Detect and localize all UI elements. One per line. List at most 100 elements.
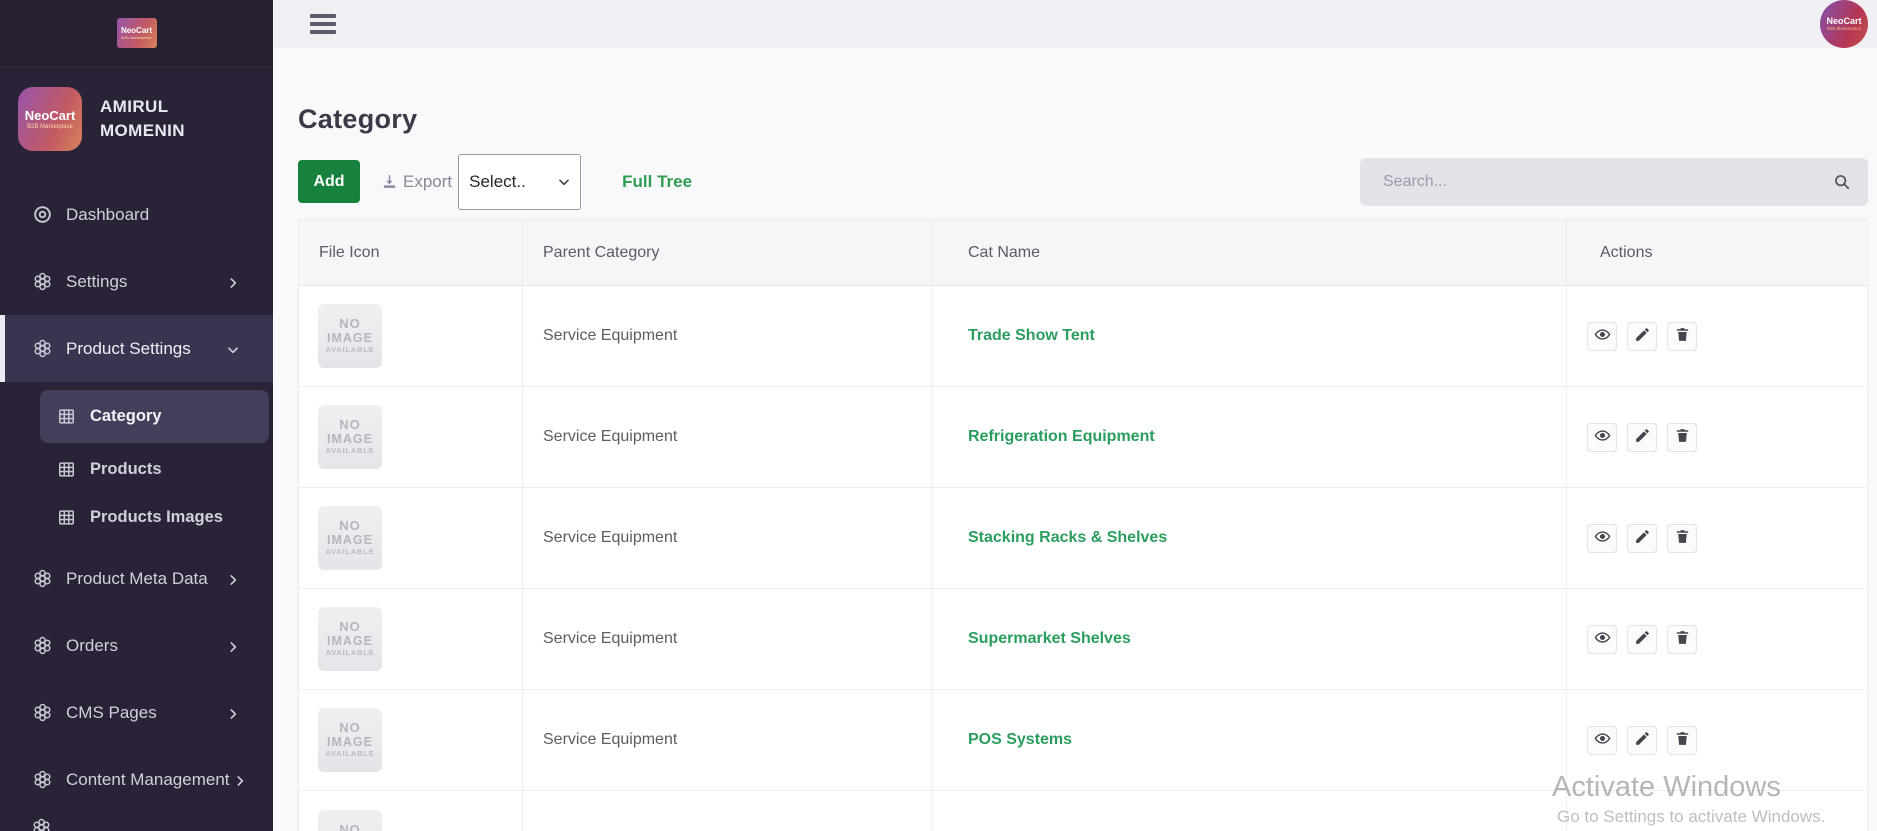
brand-name: NeoCart — [1826, 16, 1861, 26]
export-button[interactable]: Export — [381, 172, 452, 192]
gear-flower-icon — [31, 568, 53, 590]
sidebar-subitem-products[interactable]: Products — [0, 445, 273, 493]
parent-category-cell: Service Equipment — [523, 286, 933, 386]
trash-icon — [1674, 730, 1691, 750]
no-image-placeholder: NO IMAGE AVAILABLE — [318, 810, 382, 831]
sidebar-item-label: Content Management — [66, 770, 230, 790]
trash-icon — [1674, 427, 1691, 447]
view-button[interactable] — [1587, 625, 1617, 654]
table-grid-icon — [56, 459, 76, 479]
sidebar-item-label: Settings — [66, 272, 127, 292]
gear-flower-icon — [31, 817, 52, 831]
user-name: AMIRUL MOMENIN — [100, 95, 210, 143]
delete-button[interactable] — [1667, 322, 1697, 351]
cat-name-cell: Trade Show Tent — [933, 286, 1567, 386]
table-row: NO IMAGE AVAILABLE Service Equipment Ref… — [299, 387, 1867, 488]
product-settings-submenu: Category Products — [0, 382, 273, 545]
sidebar-item-label: Category — [90, 407, 162, 426]
trash-icon — [1674, 629, 1691, 649]
hamburger-menu-icon[interactable] — [310, 14, 336, 34]
table-row: NO IMAGE AVAILABLE Service Equipment Tra… — [299, 286, 1867, 387]
no-image-placeholder: NO IMAGE AVAILABLE — [318, 708, 382, 772]
edit-button[interactable] — [1627, 726, 1657, 755]
export-format-select[interactable]: Select.. — [459, 155, 580, 209]
gear-flower-icon — [31, 271, 53, 293]
eye-icon — [1594, 629, 1611, 649]
pencil-icon — [1634, 730, 1651, 750]
search-input[interactable] — [1360, 158, 1868, 206]
brand-tagline: B2B Marketplace — [121, 35, 151, 40]
sidebar-item-product-meta-data[interactable]: Product Meta Data — [0, 545, 273, 612]
category-link[interactable]: Refrigeration Equipment — [968, 428, 1155, 446]
edit-button[interactable] — [1627, 625, 1657, 654]
parent-category-cell: Service Equipment — [523, 488, 933, 588]
sidebar-item-dashboard[interactable]: Dashboard — [0, 181, 273, 248]
trash-icon — [1674, 326, 1691, 346]
cat-name-cell — [933, 791, 1567, 831]
full-tree-link[interactable]: Full Tree — [622, 172, 692, 192]
category-link[interactable]: Stacking Racks & Shelves — [968, 529, 1167, 547]
sidebar-item-label: CMS Pages — [66, 703, 157, 723]
sidebar-subitem-products-images[interactable]: Products Images — [0, 493, 273, 541]
file-icon-cell: NO IMAGE AVAILABLE — [299, 488, 523, 588]
category-link[interactable]: Supermarket Shelves — [968, 630, 1131, 648]
category-link[interactable]: Trade Show Tent — [968, 327, 1095, 345]
no-image-placeholder: NO IMAGE AVAILABLE — [318, 506, 382, 570]
cat-name-cell: Supermarket Shelves — [933, 589, 1567, 689]
edit-button[interactable] — [1627, 423, 1657, 452]
table-row: NO IMAGE AVAILABLE Service Equipment Sup… — [299, 589, 1867, 690]
gear-flower-icon — [31, 769, 53, 791]
user-block: NeoCart B2B Marketplace AMIRUL MOMENIN — [0, 67, 273, 171]
row-actions — [1587, 625, 1697, 654]
add-button[interactable]: Add — [298, 160, 360, 203]
delete-button[interactable] — [1667, 625, 1697, 654]
delete-button[interactable] — [1667, 524, 1697, 553]
actions-cell — [1567, 589, 1867, 689]
brand-logo-small[interactable]: NeoCart B2B Marketplace — [117, 18, 157, 48]
search-icon[interactable] — [1833, 173, 1851, 191]
eye-icon — [1594, 730, 1611, 750]
pencil-icon — [1634, 326, 1651, 346]
delete-button[interactable] — [1667, 726, 1697, 755]
delete-button[interactable] — [1667, 423, 1697, 452]
sidebar-header: NeoCart B2B Marketplace — [0, 0, 273, 67]
gear-flower-icon — [31, 338, 53, 360]
parent-category-cell: Service Equipment — [523, 690, 933, 790]
table-row: NO IMAGE AVAILABLE Service Equipment POS… — [299, 690, 1867, 791]
sidebar-subitem-category[interactable]: Category — [40, 390, 269, 443]
no-image-placeholder: NO IMAGE AVAILABLE — [318, 304, 382, 368]
view-button[interactable] — [1587, 726, 1617, 755]
actions-cell — [1567, 387, 1867, 487]
pencil-icon — [1634, 629, 1651, 649]
sidebar-item-label: Product Settings — [66, 339, 191, 359]
file-icon-cell: NO IMAGE AVAILABLE — [299, 589, 523, 689]
view-button[interactable] — [1587, 322, 1617, 351]
chevron-right-icon — [226, 275, 240, 289]
actions-cell — [1567, 286, 1867, 386]
sidebar-item-settings[interactable]: Settings — [0, 248, 273, 315]
category-link[interactable]: POS Systems — [968, 731, 1072, 749]
edit-button[interactable] — [1627, 322, 1657, 351]
sidebar-item-partial[interactable] — [0, 813, 273, 831]
search-box — [1360, 158, 1868, 206]
file-icon-cell: NO IMAGE AVAILABLE — [299, 791, 523, 831]
export-label: Export — [403, 172, 452, 192]
no-image-placeholder: NO IMAGE AVAILABLE — [318, 607, 382, 671]
sidebar-item-label: Orders — [66, 636, 118, 656]
sidebar-item-cms-pages[interactable]: CMS Pages — [0, 679, 273, 746]
column-header-cat-name: Cat Name — [933, 220, 1567, 285]
sidebar-item-label: Products — [90, 460, 162, 479]
sidebar-item-label: Products Images — [90, 508, 223, 527]
view-button[interactable] — [1587, 524, 1617, 553]
brand-logo-large[interactable]: NeoCart B2B Marketplace — [18, 87, 82, 151]
cat-name-cell: Refrigeration Equipment — [933, 387, 1567, 487]
gear-flower-icon — [31, 702, 53, 724]
toolbar: Add Export Select.. — [298, 153, 1868, 210]
sidebar-item-orders[interactable]: Orders — [0, 612, 273, 679]
view-button[interactable] — [1587, 423, 1617, 452]
user-avatar[interactable]: NeoCart B2B Marketplace — [1820, 0, 1868, 48]
sidebar-item-label: Dashboard — [66, 205, 149, 225]
sidebar-item-content-management[interactable]: Content Management — [0, 746, 273, 813]
edit-button[interactable] — [1627, 524, 1657, 553]
sidebar-item-product-settings[interactable]: Product Settings — [0, 315, 273, 382]
